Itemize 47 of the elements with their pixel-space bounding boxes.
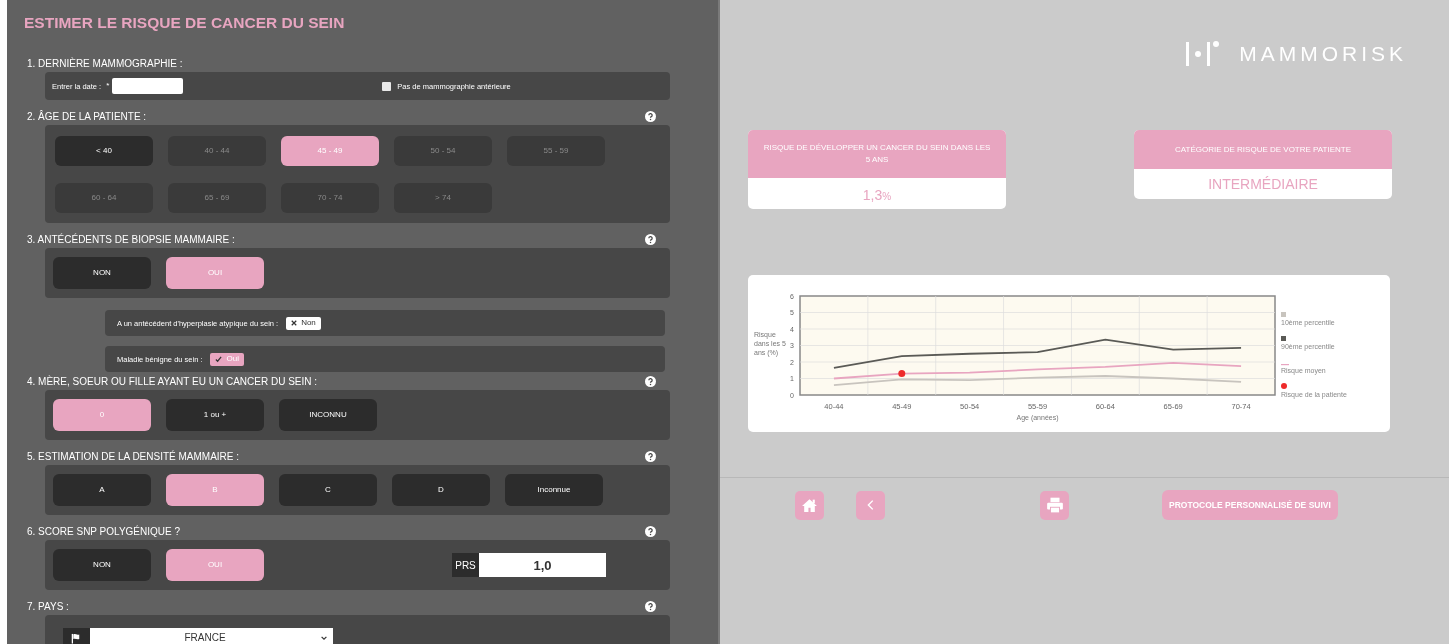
option-button[interactable]: NON (53, 257, 151, 290)
cross-icon (291, 320, 298, 327)
option-button[interactable]: OUI (166, 549, 264, 582)
help-icon[interactable] (645, 600, 656, 612)
toggle-button[interactable]: Oui (210, 352, 244, 366)
prs-value: 1,0 (479, 553, 606, 578)
checkbox[interactable] (382, 81, 392, 91)
help-icon[interactable] (645, 233, 656, 245)
card-value: INTERMÉDIAIRE (1207, 175, 1319, 194)
toggle-button[interactable]: Non (286, 316, 321, 330)
date-field[interactable] (112, 78, 184, 95)
option-button[interactable]: INCONNU (279, 399, 377, 432)
option-button[interactable]: OUI (166, 257, 264, 290)
option-button[interactable]: < 40 (55, 136, 153, 167)
option-button[interactable]: B (166, 474, 264, 507)
required-mark: * (106, 80, 110, 93)
section-label: 1. DERNIÈRE MAMMOGRAPHIE : (27, 56, 183, 71)
card-title: RISQUE DE DÉVELOPPER UN CANCER DU SEIN DANS LES 5 ANS (748, 130, 1006, 178)
flag-icon (71, 632, 82, 644)
page-title: ESTIMER LE RISQUE DE CANCER DU SEIN (24, 13, 346, 33)
section-label: 7. PAYS : (27, 599, 69, 614)
section-label: 3. ANTÉCÉDENTS DE BIOPSIE MAMMAIRE : (27, 232, 235, 247)
section-label: 5. ESTIMATION DE LA DENSITÉ MAMMAIRE : (27, 449, 240, 464)
printer-icon (1045, 496, 1064, 514)
option-button[interactable]: 45 - 49 (281, 136, 379, 167)
card-title: CATÉGORIE DE RISQUE DE VOTRE PATIENTE (1134, 130, 1392, 169)
option-button[interactable]: NON (53, 549, 151, 582)
card-value: 1,3% (861, 186, 893, 205)
home-icon (801, 496, 818, 514)
protocol-button[interactable]: PROTOCOLE PERSONNALISÉ DE SUIVI (1162, 490, 1338, 520)
help-icon[interactable] (645, 450, 656, 462)
option-button[interactable]: Inconnue (505, 474, 603, 507)
chevron-down-icon (320, 634, 328, 643)
option-button[interactable]: A (53, 474, 151, 507)
help-icon[interactable] (645, 525, 656, 537)
check-icon (215, 355, 223, 363)
section-label: 2. ÂGE DE LA PATIENTE : (27, 109, 147, 124)
option-button[interactable]: 1 ou + (166, 399, 264, 432)
prs-label: PRS (452, 553, 479, 578)
help-icon[interactable] (645, 110, 656, 122)
section-label: 4. MÈRE, SOEUR OU FILLE AYANT EU UN CANCER DU SEIN : (27, 374, 318, 389)
option-button[interactable]: 0 (53, 399, 151, 432)
country-select[interactable]: FRANCE (63, 628, 333, 644)
section-label: 6. SCORE SNP POLYGÉNIQUE ? (27, 524, 180, 539)
option-button[interactable]: C (279, 474, 377, 507)
help-icon[interactable] (645, 375, 656, 387)
option-button[interactable]: D (392, 474, 490, 507)
